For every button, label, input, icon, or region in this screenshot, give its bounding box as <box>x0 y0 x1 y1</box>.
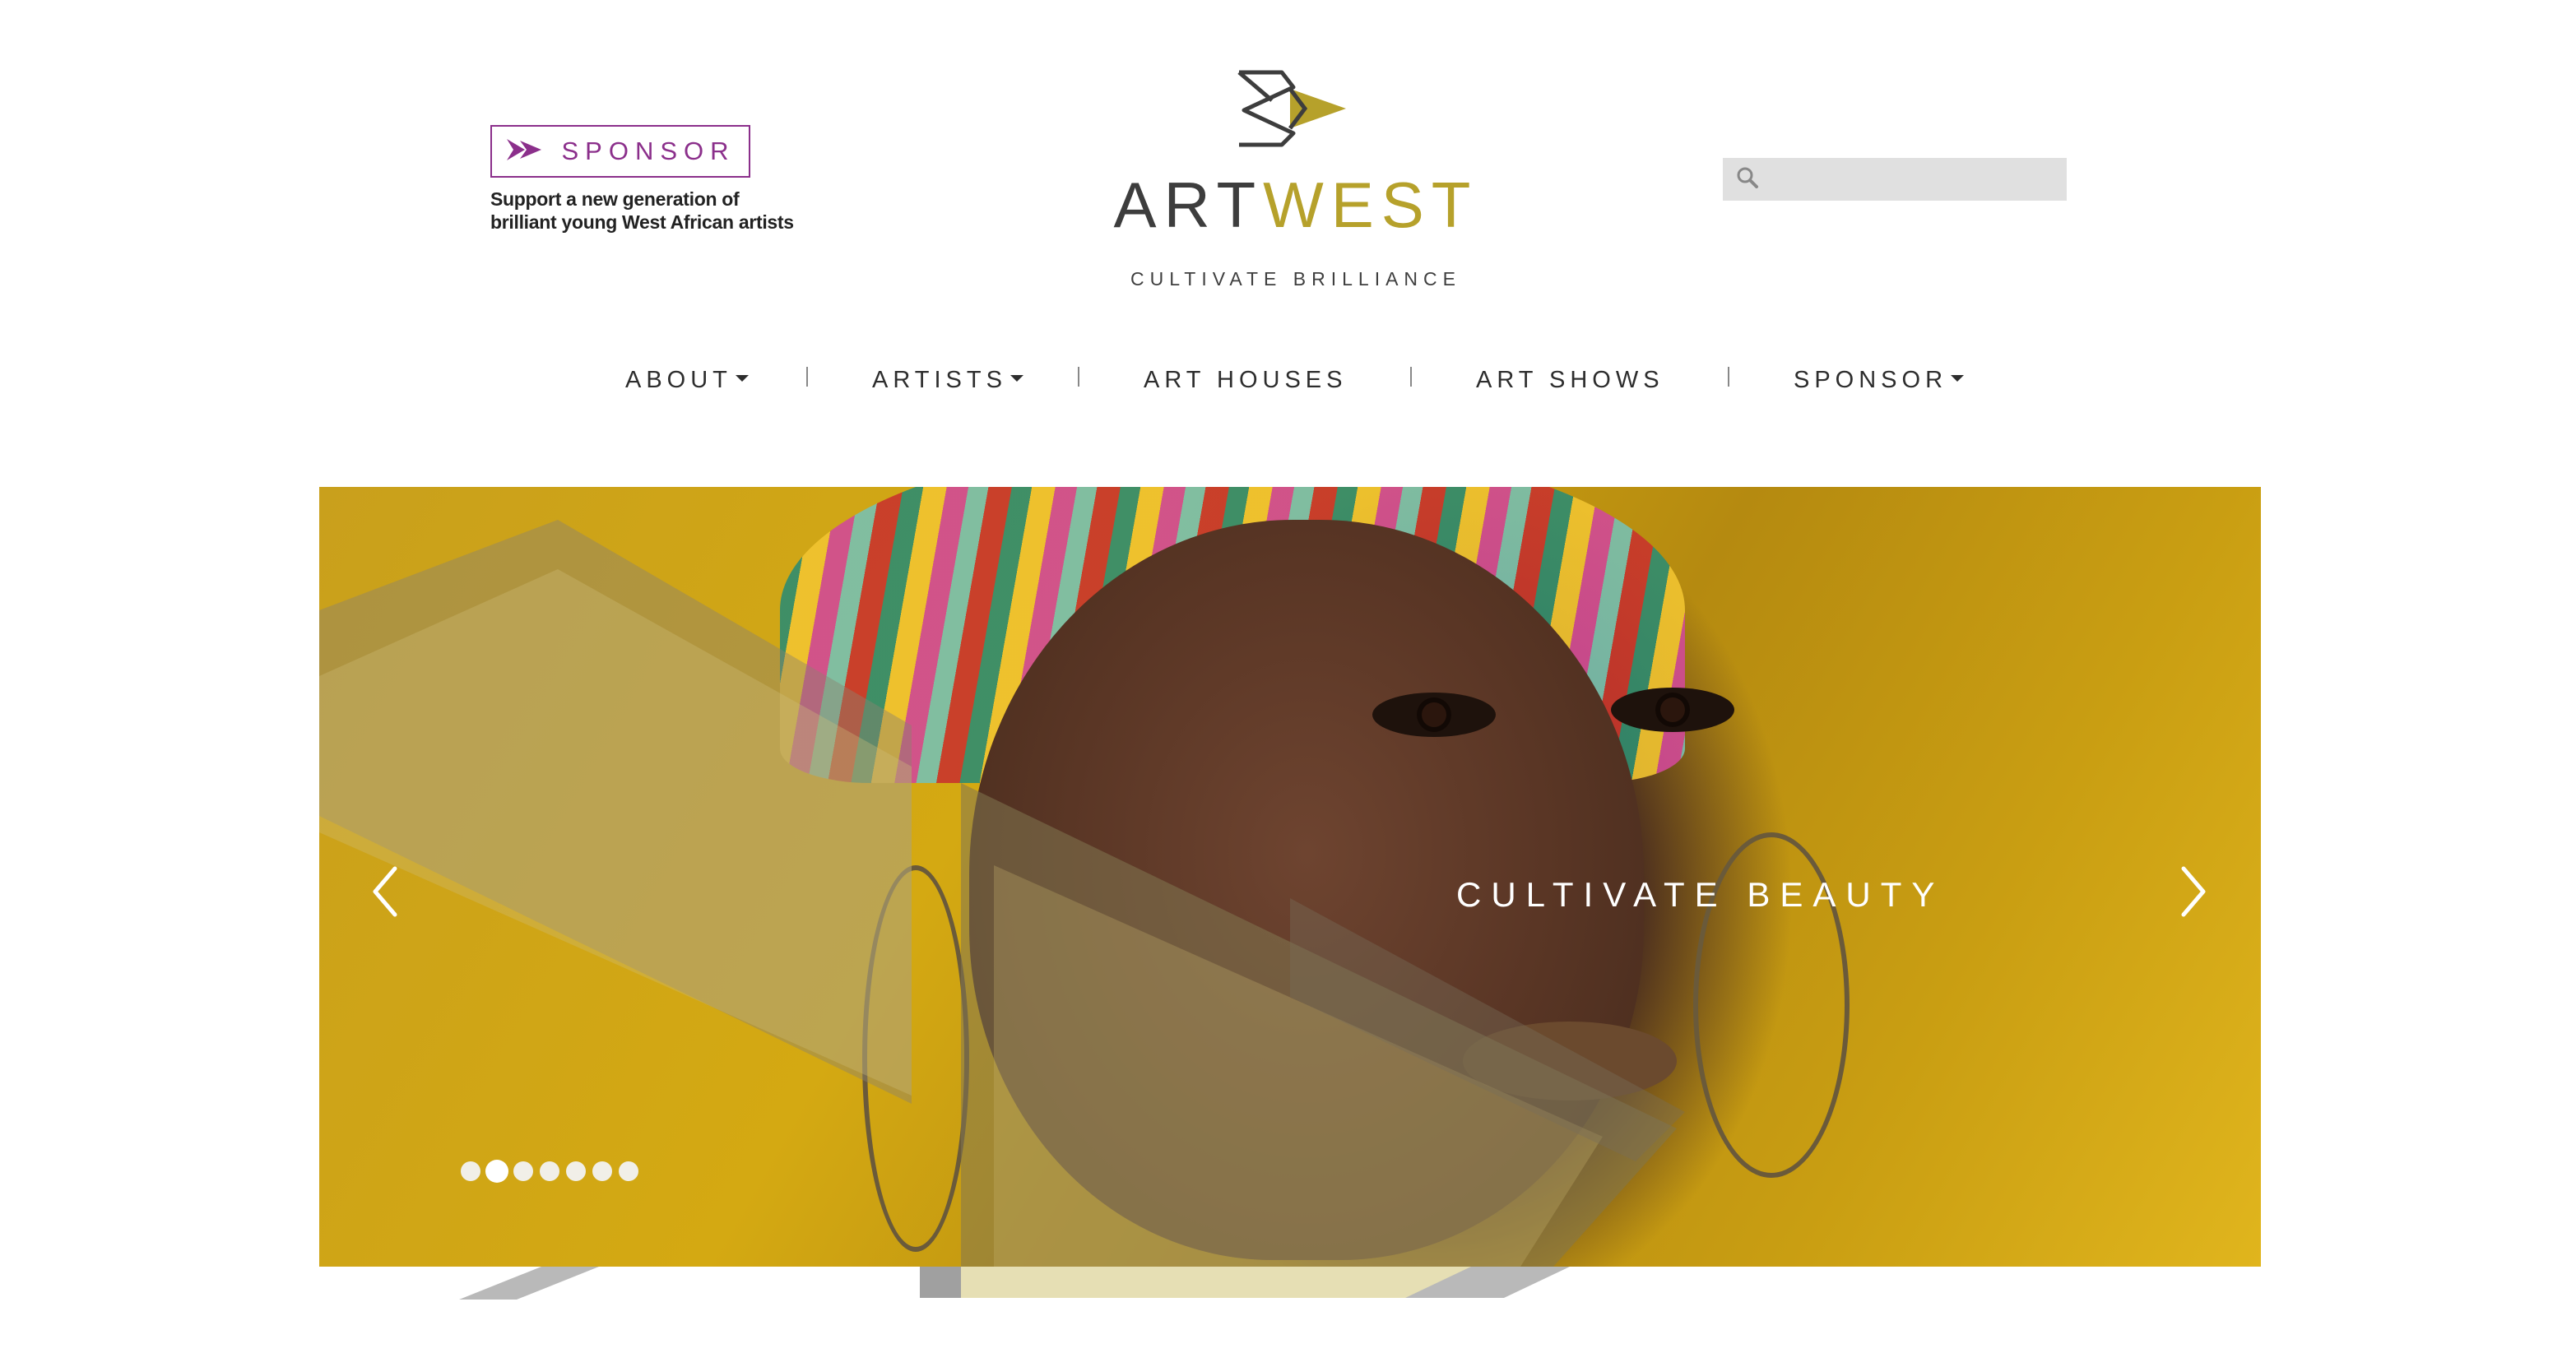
chevron-shadow <box>459 1267 1570 1300</box>
nav-separator <box>1728 367 1729 387</box>
nav-separator <box>806 367 808 387</box>
slider-dot[interactable] <box>513 1161 533 1181</box>
brand-chevron-overlay <box>319 520 1685 1267</box>
slider-dot[interactable] <box>461 1161 480 1181</box>
caret-down-icon <box>1010 375 1023 382</box>
artwest-wordmark[interactable]: ARTWEST <box>1086 168 1506 242</box>
chevron-left-icon[interactable] <box>367 862 403 921</box>
search-icon <box>1736 166 1759 193</box>
slider-pagination <box>461 1161 638 1181</box>
slider-dot[interactable] <box>619 1161 638 1181</box>
sponsor-tagline: Support a new generation of brilliant yo… <box>490 188 794 233</box>
artwest-logo-icon[interactable] <box>1232 69 1349 148</box>
sponsor-button[interactable]: SPONSOR <box>490 125 750 178</box>
slider-dot[interactable] <box>566 1161 586 1181</box>
sponsor-button-label: SPONSOR <box>561 137 736 165</box>
nav-item-art-houses[interactable]: ART HOUSES <box>1144 360 1347 400</box>
hero-caption: CULTIVATE BEAUTY <box>1456 875 1945 914</box>
nav-item-sponsor[interactable]: SPONSOR <box>1794 360 1965 400</box>
chevron-right-icon[interactable] <box>2175 862 2212 921</box>
nav-item-artists[interactable]: ARTISTS <box>872 360 1023 400</box>
search-box[interactable] <box>1723 158 2067 201</box>
nav-item-art-shows[interactable]: ART SHOWS <box>1476 360 1664 400</box>
caret-down-icon <box>1951 375 1965 382</box>
hero-slide-image[interactable] <box>319 487 2261 1267</box>
sponsor-arrow-icon <box>505 137 543 166</box>
brand-tagline: CULTIVATE BRILLIANCE <box>1130 268 1461 290</box>
caret-down-icon <box>735 375 749 382</box>
slider-dot[interactable] <box>592 1161 612 1181</box>
slider-dot-active[interactable] <box>487 1161 507 1181</box>
nav-item-about[interactable]: ABOUT <box>625 360 749 400</box>
slider-dot[interactable] <box>540 1161 559 1181</box>
nav-separator <box>1410 367 1412 387</box>
nav-separator <box>1078 367 1079 387</box>
main-nav: ABOUT ARTISTS ART HOUSES ART SHOWS SPONS… <box>0 360 2576 400</box>
search-input[interactable] <box>1759 158 2067 201</box>
